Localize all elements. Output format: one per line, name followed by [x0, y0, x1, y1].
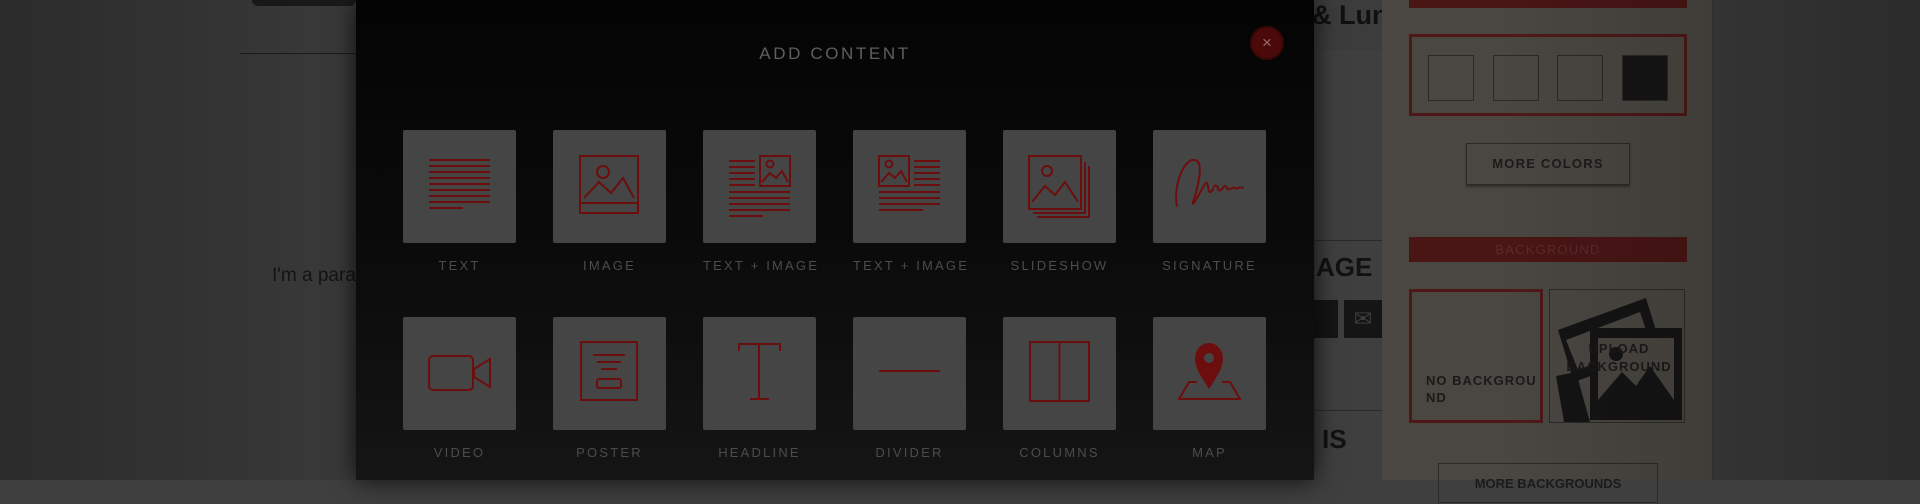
add-signature-tile[interactable]: SIGNATURE [1153, 130, 1266, 273]
mail-icon: ✉ [1344, 300, 1382, 338]
color-swatch[interactable] [1493, 55, 1539, 101]
no-background-option[interactable]: NO BACKGROUND [1409, 289, 1543, 423]
upload-background-label: UPLOAD BACKGROUND [1566, 341, 1672, 374]
no-background-label: NO BACKGROUND [1426, 373, 1537, 405]
design-panel-edge [1712, 0, 1714, 480]
add-headline-tile[interactable]: HEADLINE [703, 317, 816, 460]
modal-title: ADD CONTENT [759, 44, 911, 63]
background-heading-fragment: AGE [1316, 252, 1373, 282]
add-map-tile[interactable]: MAP [1153, 317, 1266, 460]
image-icon [579, 155, 639, 214]
background-strip-divider [1315, 240, 1382, 241]
add-image-tile[interactable]: IMAGE [553, 130, 666, 273]
tile-label: POSTER [576, 445, 643, 460]
signature-icon [1175, 159, 1244, 207]
headline-t-icon [738, 343, 781, 400]
tile-label: MAP [1192, 445, 1227, 460]
tile-label: TEXT [438, 258, 481, 273]
text-tile-icon-box [403, 130, 516, 243]
add-content-modal: ADD CONTENT × TEXT IMAGE TEXT + IMAGE TE… [356, 0, 1314, 480]
tile-label: TEXT + IMAGE [853, 258, 970, 273]
poster-tile-icon-box [553, 317, 666, 430]
map-tile-icon-box [1153, 317, 1266, 430]
text-image-tile-icon-box [703, 130, 816, 243]
headline-tile-icon-box [703, 317, 816, 430]
add-text-tile[interactable]: TEXT [403, 130, 516, 273]
text-image-tile-icon-box [853, 130, 966, 243]
add-divider-tile[interactable]: DIVIDER [853, 317, 966, 460]
divider-icon [879, 370, 940, 372]
tile-label: SLIDESHOW [1010, 258, 1109, 273]
tile-label: COLUMNS [1019, 445, 1100, 460]
divider-tile-icon-box [853, 317, 966, 430]
columns-icon [1029, 341, 1090, 402]
background-heading-fragment: IS [1322, 424, 1347, 454]
tile-label: SIGNATURE [1162, 258, 1257, 273]
add-video-tile[interactable]: VIDEO [403, 317, 516, 460]
poster-icon [580, 341, 638, 401]
add-slideshow-tile[interactable]: SLIDESHOW [1003, 130, 1116, 273]
color-swatch[interactable] [1428, 55, 1474, 101]
upload-background-option[interactable]: UPLOAD BACKGROUND [1549, 289, 1685, 423]
tile-label: TEXT + IMAGE [703, 258, 820, 273]
add-text-image-left-tile[interactable]: TEXT + IMAGE [853, 130, 970, 273]
image-tile-icon-box [553, 130, 666, 243]
more-colors-button[interactable]: MORE COLORS [1466, 143, 1630, 185]
close-icon[interactable]: × [1252, 28, 1282, 58]
color-swatch[interactable] [1557, 55, 1603, 101]
background-paragraph: I'm a paragraph. Click here to add your … [272, 265, 362, 286]
color-swatch-group [1409, 34, 1687, 116]
tile-label: VIDEO [433, 445, 486, 460]
color-swatch-selected[interactable] [1622, 55, 1668, 101]
slideshow-tile-icon-box [1003, 130, 1116, 243]
add-columns-tile[interactable]: COLUMNS [1003, 317, 1116, 460]
map-pin-icon [1177, 343, 1242, 400]
tile-label: DIVIDER [875, 445, 944, 460]
text-lines-icon [429, 159, 490, 209]
text-image-right-icon [729, 155, 791, 217]
signature-tile-icon-box [1153, 130, 1266, 243]
tile-label: IMAGE [583, 258, 636, 273]
tile-label: HEADLINE [718, 445, 801, 460]
add-poster-tile[interactable]: POSTER [553, 317, 666, 460]
more-backgrounds-button[interactable]: MORE BACKGROUNDS [1438, 463, 1658, 503]
text-image-left-icon [878, 155, 940, 211]
columns-tile-icon-box [1003, 317, 1116, 430]
add-text-image-right-tile[interactable]: TEXT + IMAGE [703, 130, 820, 273]
panel-section-header [1409, 0, 1687, 8]
video-tile-icon-box [403, 317, 516, 430]
background-section-label: BACKGROUND [1409, 237, 1687, 262]
slideshow-icon [1028, 155, 1090, 218]
video-camera-icon [428, 355, 491, 391]
background-top-button [252, 0, 356, 6]
background-strip-divider [1315, 410, 1382, 411]
